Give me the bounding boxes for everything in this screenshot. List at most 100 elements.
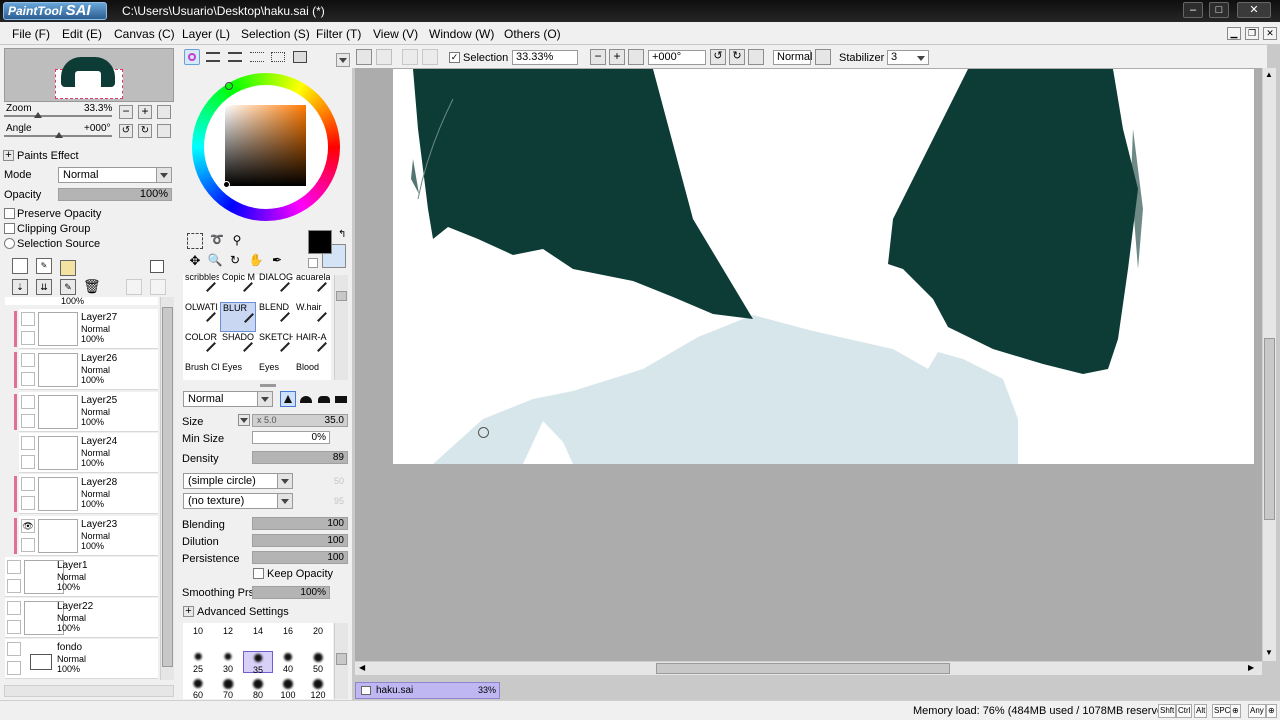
layer-row[interactable]: 👁 Layer23 Normal 100% <box>14 515 158 556</box>
minimize-button[interactable]: – <box>1183 2 1203 18</box>
layer-lock-checkbox[interactable] <box>7 620 21 635</box>
scroll-left-icon[interactable]: ◀ <box>359 663 365 672</box>
brush-grid-scrollbar[interactable] <box>334 275 348 380</box>
transparent-color-icon[interactable] <box>308 258 318 268</box>
maximize-button[interactable]: □ <box>1209 2 1229 18</box>
brush-shape-select[interactable]: (simple circle) <box>183 473 293 489</box>
brush-slot[interactable]: Brush Cl <box>183 362 219 392</box>
deselect-icon[interactable] <box>402 49 418 65</box>
rotate-reset-icon[interactable] <box>157 124 171 138</box>
blending-slider[interactable]: 100 <box>252 517 348 530</box>
brush-size-option[interactable]: 25 <box>183 651 213 674</box>
reset-rotation-icon[interactable] <box>748 49 764 65</box>
brush-slot[interactable]: W.hair <box>294 302 330 332</box>
menu-filter[interactable]: Filter (T) <box>316 27 361 41</box>
brush-slot[interactable]: scribbles <box>183 272 219 302</box>
delete-mask-icon[interactable] <box>150 279 166 295</box>
brush-size-option[interactable]: 20 <box>303 623 333 645</box>
clipping-group-checkbox[interactable] <box>4 223 15 234</box>
marquee-select-icon[interactable] <box>187 233 203 249</box>
layer-row[interactable]: Layer25 Normal 100% <box>14 391 158 432</box>
brush-size-option[interactable]: 35 <box>243 651 273 675</box>
brush-shape-soft-icon[interactable] <box>298 391 314 407</box>
zoom-reset-icon[interactable] <box>157 105 171 119</box>
brush-slot[interactable]: Copic M <box>220 272 256 302</box>
stabilizer-select[interactable]: 3 <box>887 50 929 65</box>
layer-row[interactable]: Layer27 Normal 100% <box>14 309 158 349</box>
layer-opacity-slider[interactable]: 100% <box>58 188 172 201</box>
menu-layer[interactable]: Layer (L) <box>182 27 230 41</box>
layer-visibility-icon[interactable] <box>21 435 35 450</box>
brush-slot[interactable]: SKETCH <box>257 332 293 362</box>
keep-opacity-checkbox[interactable] <box>253 568 264 579</box>
zoom-in-icon[interactable]: + <box>138 105 152 119</box>
brush-slot[interactable]: Eyes <box>220 362 256 392</box>
zoom-slider-handle[interactable] <box>34 112 42 118</box>
new-linework-layer-icon[interactable]: ✎ <box>36 258 52 274</box>
rgb-sliders-icon[interactable] <box>206 52 220 62</box>
brush-slot[interactable]: acuarela <box>294 272 330 302</box>
layer-lock-checkbox[interactable] <box>21 413 35 428</box>
brush-slot[interactable]: COLOR <box>183 332 219 362</box>
mdi-minimize-button[interactable]: ▁ <box>1227 27 1241 40</box>
texture-strength-value[interactable]: 95 <box>298 494 348 508</box>
rotate-left-toolbar-icon[interactable]: ↺ <box>710 49 726 65</box>
canvas-vscrollbar[interactable]: ▲ ▼ <box>1262 68 1276 661</box>
menu-view[interactable]: View (V) <box>373 27 418 41</box>
clear-layer-icon[interactable]: ✎ <box>60 279 76 295</box>
density-slider[interactable]: 89 <box>252 451 348 464</box>
zoom-slider[interactable] <box>4 115 112 117</box>
brush-size-option[interactable]: 14 <box>243 623 273 645</box>
undo-icon[interactable] <box>356 49 372 65</box>
layer-lock-checkbox[interactable] <box>21 496 35 511</box>
move-icon[interactable]: ✥ <box>187 253 203 269</box>
layer-lock-checkbox[interactable] <box>7 578 21 593</box>
layer-row[interactable]: Layer1 Normal 100% <box>5 556 158 597</box>
canvas-hscroll-thumb[interactable] <box>656 663 950 674</box>
layer-lock-checkbox[interactable] <box>7 661 21 676</box>
canvas-blend-select[interactable]: Normal <box>773 50 812 65</box>
hand-icon[interactable]: ✋ <box>248 253 264 269</box>
size-multiplier-dropdown[interactable] <box>238 414 250 426</box>
rotate-tool-icon[interactable]: ↻ <box>227 253 243 269</box>
brush-slot[interactable]: OLWATI <box>183 302 219 332</box>
brush-size-option[interactable]: 60 <box>183 677 213 700</box>
shape-strength-value[interactable]: 50 <box>298 474 348 488</box>
brush-shape-flat-icon[interactable] <box>333 391 349 407</box>
color-wheel-mode-icon[interactable] <box>184 49 200 65</box>
new-folder-icon[interactable] <box>60 260 76 276</box>
rotate-right-toolbar-icon[interactable]: ↻ <box>729 49 745 65</box>
layer-list-scrollbar[interactable] <box>160 297 174 680</box>
brush-slot[interactable]: BLUR <box>220 302 256 332</box>
persistence-slider[interactable]: 100 <box>252 551 348 564</box>
brush-size-option[interactable]: 12 <box>213 623 243 645</box>
scroll-right-icon[interactable]: ▶ <box>1248 663 1254 672</box>
layer-list-scroll-thumb[interactable] <box>162 307 173 667</box>
mdi-restore-button[interactable]: ❐ <box>1245 27 1259 40</box>
advanced-settings-label[interactable]: Advanced Settings <box>197 606 289 618</box>
drawing-canvas[interactable] <box>393 69 1254 464</box>
new-layer-icon[interactable] <box>12 258 28 274</box>
swap-colors-icon[interactable]: ↰ <box>338 229 346 240</box>
brush-slot[interactable]: Eyes <box>257 362 293 392</box>
layer-visibility-icon[interactable] <box>7 642 21 657</box>
brush-shape-pointed-icon[interactable] <box>280 391 296 407</box>
brush-slot[interactable]: Blood <box>294 362 330 392</box>
layer-mode-select[interactable]: Normal <box>58 167 172 183</box>
rotate-left-icon[interactable]: ↺ <box>119 124 133 138</box>
size-grid-scroll-thumb[interactable] <box>336 653 347 665</box>
brush-size-option[interactable]: 40 <box>273 651 303 674</box>
brush-shape-round-icon[interactable] <box>316 391 332 407</box>
layer-row[interactable]: Layer22 Normal 100% <box>5 598 158 639</box>
brush-slot[interactable]: BLEND <box>257 302 293 332</box>
flip-horizontal-icon[interactable] <box>815 49 831 65</box>
min-size-slider[interactable]: 0% <box>252 431 330 444</box>
zoom-out-toolbar-icon[interactable]: − <box>590 49 606 65</box>
brush-size-option[interactable]: 80 <box>243 677 273 700</box>
zoom-out-icon[interactable]: − <box>119 105 133 119</box>
brush-slot[interactable]: SHADO <box>220 332 256 362</box>
lasso-icon[interactable]: ➰ <box>209 233 225 249</box>
redo-icon[interactable] <box>376 49 392 65</box>
mdi-close-button[interactable]: ✕ <box>1263 27 1277 40</box>
layer-visibility-icon[interactable] <box>21 477 35 492</box>
